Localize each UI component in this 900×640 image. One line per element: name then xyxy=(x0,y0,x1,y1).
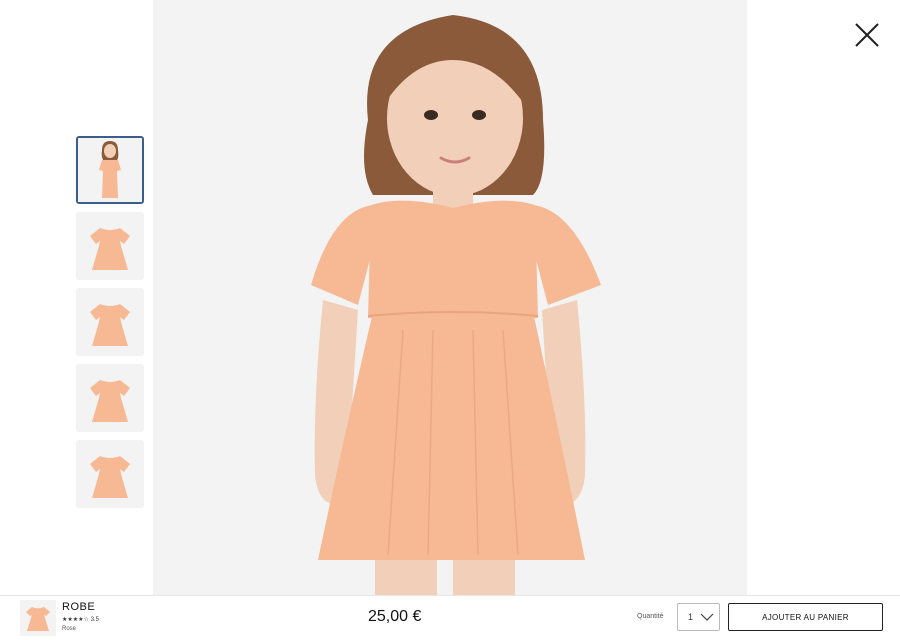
close-button[interactable] xyxy=(852,20,882,50)
thumbnail-model[interactable] xyxy=(76,136,144,204)
thumbnail-dress-2[interactable] xyxy=(76,288,144,356)
thumbnail-dress-4[interactable] xyxy=(76,440,144,508)
rating-stars: ★★★★☆ xyxy=(62,617,89,623)
product-color: Rose xyxy=(62,626,77,632)
product-price: 25,00 € xyxy=(368,608,422,625)
chevron-down-icon xyxy=(700,613,714,621)
thumbnail-list xyxy=(76,136,144,516)
thumbnail-dress-3[interactable] xyxy=(76,364,144,432)
thumbnail-dress-1[interactable] xyxy=(76,212,144,280)
quantity-select[interactable]: 1 xyxy=(677,603,720,631)
quantity-value: 1 xyxy=(688,612,694,622)
add-to-cart-button[interactable]: AJOUTER AU PANIER xyxy=(728,603,883,631)
bottom-purchase-bar: ROBE ★★★★☆ 3.5 Rose 25,00 € Quantité 1 A… xyxy=(0,595,900,640)
close-icon xyxy=(855,23,879,47)
rating-value: 3.5 xyxy=(90,617,99,623)
product-mini-thumbnail xyxy=(20,600,56,636)
main-product-image xyxy=(153,0,747,595)
quantity-label: Quantité xyxy=(637,613,664,620)
product-name: ROBE xyxy=(62,601,96,613)
product-rating[interactable]: ★★★★☆ 3.5 xyxy=(62,616,99,623)
